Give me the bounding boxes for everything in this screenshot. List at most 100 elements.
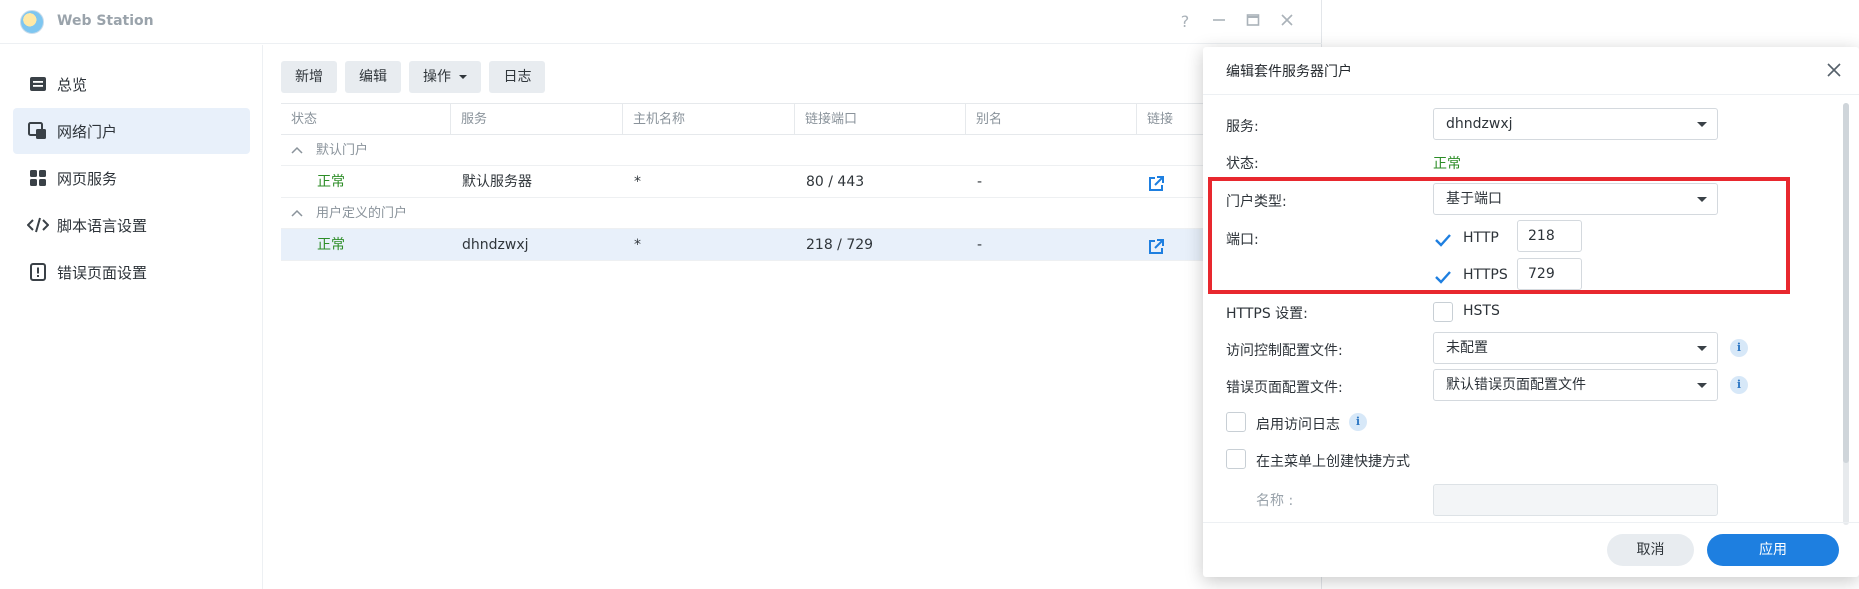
- info-icon[interactable]: i: [1349, 413, 1367, 431]
- status-value: 正常: [1433, 156, 1461, 172]
- http-port-input[interactable]: 218: [1517, 220, 1582, 252]
- edit-portal-dialog: 编辑套件服务器门户 服务: dhndzwxj 状态: 正常 门户类型: 基于端口…: [1203, 47, 1859, 577]
- external-link-icon[interactable]: [1147, 173, 1165, 191]
- alias-cell: -: [977, 174, 983, 190]
- apply-button[interactable]: 应用: [1707, 534, 1839, 566]
- toolbar: 新增 编辑 操作 日志: [281, 61, 546, 93]
- ports-cell: 80 / 443: [806, 174, 865, 190]
- error-page-profile-select[interactable]: 默认错误页面配置文件: [1433, 369, 1718, 401]
- sidebar-item-web-service[interactable]: 网页服务: [13, 155, 250, 201]
- external-link-icon[interactable]: [1147, 236, 1165, 254]
- dialog-footer: 取消 应用: [1203, 522, 1859, 577]
- code-icon: [27, 216, 49, 234]
- hsts-label: HSTS: [1463, 303, 1500, 319]
- info-icon[interactable]: i: [1730, 376, 1748, 394]
- error-page-icon: [27, 263, 49, 281]
- host-cell: *: [634, 237, 641, 253]
- column-header-status[interactable]: 状态: [281, 104, 451, 135]
- table-row[interactable]: 正常 默认服务器 * 80 / 443 -: [281, 166, 1322, 198]
- app-title: Web Station: [57, 13, 154, 29]
- title-bar: Web Station ?: [0, 0, 1322, 44]
- column-header-alias[interactable]: 别名: [966, 104, 1137, 135]
- table-row[interactable]: 正常 dhndzwxj * 218 / 729 -: [281, 229, 1322, 261]
- access-log-label: 启用访问日志: [1256, 417, 1340, 433]
- sidebar-item-label: 脚本语言设置: [57, 216, 148, 235]
- column-header-ports[interactable]: 链接端口: [795, 104, 966, 135]
- create-shortcut-checkbox[interactable]: [1226, 449, 1246, 469]
- status-cell: 正常: [317, 237, 345, 253]
- chevron-down-icon: [1697, 197, 1707, 202]
- dialog-header: 编辑套件服务器门户: [1203, 47, 1859, 95]
- http-label: HTTP: [1463, 230, 1499, 246]
- host-cell: *: [634, 174, 641, 190]
- alias-cell: -: [977, 237, 983, 253]
- sidebar-item-network-portal[interactable]: 网络门户: [13, 108, 250, 154]
- chevron-down-icon: [1697, 383, 1707, 388]
- shortcut-name-input[interactable]: [1433, 484, 1718, 516]
- column-header-service[interactable]: 服务: [451, 104, 623, 135]
- https-settings-label: HTTPS 设置:: [1226, 306, 1308, 322]
- dialog-scrollbar-thumb[interactable]: [1843, 103, 1849, 463]
- close-icon[interactable]: [1276, 11, 1298, 33]
- shortcut-name-label: 名称 :: [1256, 493, 1294, 509]
- portal-icon: [27, 122, 49, 140]
- status-cell: 正常: [317, 174, 345, 190]
- group-row-user-defined[interactable]: 用户定义的门户: [281, 198, 1322, 229]
- service-select-value: dhndzwxj: [1446, 116, 1513, 132]
- caret-down-icon: [459, 75, 468, 79]
- portal-type-select[interactable]: 基于端口: [1433, 183, 1718, 215]
- service-cell: 默认服务器: [462, 174, 532, 190]
- table-header: 状态 服务 主机名称 链接端口 别名 链接: [281, 103, 1322, 135]
- action-menu-label: 操作: [423, 69, 451, 85]
- web-station-app-icon: [20, 10, 44, 34]
- https-label: HTTPS: [1463, 267, 1508, 283]
- help-icon[interactable]: ?: [1174, 11, 1196, 33]
- http-checkbox[interactable]: [1433, 230, 1453, 250]
- access-control-select[interactable]: 未配置: [1433, 332, 1718, 364]
- portal-type-label: 门户类型:: [1226, 194, 1287, 210]
- sidebar-item-label: 总览: [57, 75, 88, 94]
- sidebar-item-label: 错误页面设置: [57, 263, 148, 282]
- ports-cell: 218 / 729: [806, 237, 874, 253]
- log-button[interactable]: 日志: [489, 61, 546, 93]
- dialog-close-icon[interactable]: [1821, 57, 1847, 83]
- hsts-checkbox[interactable]: [1433, 302, 1453, 322]
- dialog-title: 编辑套件服务器门户: [1226, 64, 1352, 80]
- group-label: 默认门户: [316, 143, 369, 158]
- https-port-input[interactable]: 729: [1517, 258, 1582, 290]
- portal-table: 状态 服务 主机名称 链接端口 别名 链接 默认门户 正常 默认服务器 * 80…: [281, 103, 1322, 261]
- action-menu-button[interactable]: 操作: [409, 61, 482, 93]
- column-header-hostname[interactable]: 主机名称: [623, 104, 795, 135]
- service-label: 服务:: [1226, 119, 1259, 135]
- https-checkbox[interactable]: [1433, 267, 1453, 287]
- access-control-select-value: 未配置: [1446, 340, 1488, 356]
- sidebar-item-label: 网络门户: [57, 122, 118, 141]
- error-page-profile-label: 错误页面配置文件:: [1226, 380, 1343, 396]
- chevron-down-icon: [1697, 122, 1707, 127]
- access-control-label: 访问控制配置文件:: [1226, 343, 1343, 359]
- overview-icon: [27, 75, 49, 93]
- sidebar-item-error-page[interactable]: 错误页面设置: [13, 249, 250, 295]
- sidebar-item-script-language[interactable]: 脚本语言设置: [13, 202, 250, 248]
- info-icon[interactable]: i: [1730, 339, 1748, 357]
- service-select[interactable]: dhndzwxj: [1433, 108, 1718, 140]
- sidebar-item-overview[interactable]: 总览: [13, 61, 250, 107]
- access-log-checkbox[interactable]: [1226, 412, 1246, 432]
- maximize-icon[interactable]: [1242, 11, 1264, 33]
- sidebar-item-label: 网页服务: [57, 169, 118, 188]
- error-page-profile-select-value: 默认错误页面配置文件: [1446, 377, 1586, 393]
- port-label: 端口:: [1226, 232, 1259, 248]
- chevron-down-icon: [1697, 346, 1707, 351]
- web-station-window: Web Station ? 总览 网络门户 网页服务 脚本语言设置 错误页面设置…: [0, 0, 1322, 589]
- group-row-default[interactable]: 默认门户: [281, 135, 1322, 166]
- sidebar: 总览 网络门户 网页服务 脚本语言设置 错误页面设置: [0, 45, 263, 589]
- dialog-scrollbar[interactable]: [1843, 103, 1849, 525]
- group-label: 用户定义的门户: [316, 206, 408, 221]
- web-service-icon: [27, 169, 49, 187]
- edit-button[interactable]: 编辑: [345, 61, 401, 93]
- cancel-button[interactable]: 取消: [1607, 534, 1694, 566]
- add-button[interactable]: 新增: [281, 61, 337, 93]
- minimize-icon[interactable]: [1208, 11, 1230, 33]
- portal-type-select-value: 基于端口: [1446, 191, 1502, 207]
- status-label: 状态:: [1226, 156, 1259, 172]
